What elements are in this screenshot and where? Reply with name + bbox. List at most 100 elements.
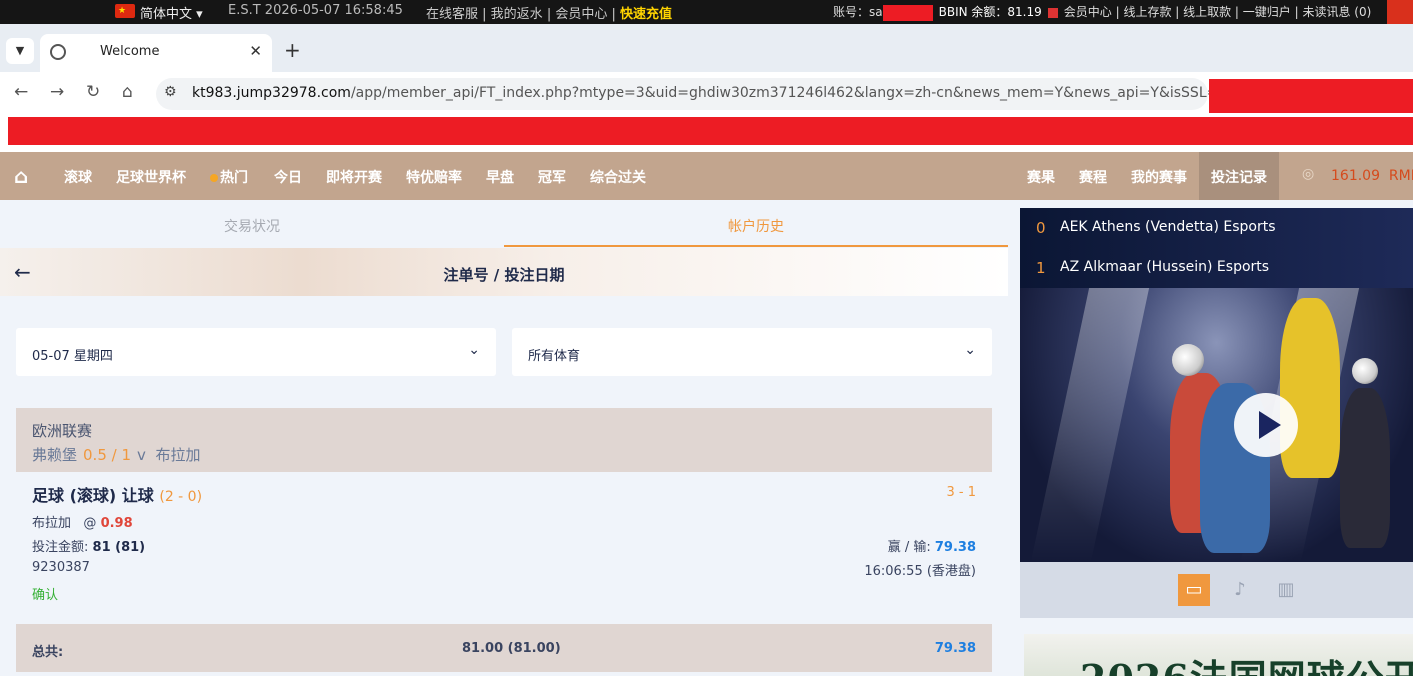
- account-info: 账号：sa BBIN 余额：81.19 会员中心 | 线上存款 | 线上取款 | 一…: [833, 3, 1371, 21]
- nav-item-upcoming[interactable]: 即将开赛: [326, 167, 382, 187]
- url-field[interactable]: ⚙ kt983.jump32978.com/app/member_api/FT_…: [156, 78, 1227, 110]
- site-top-strip: 简体中文 ▾ E.S.T 2026-05-07 16:58:45 在线客服 | …: [0, 0, 1413, 30]
- tab-underline: [504, 245, 1008, 247]
- right-column: 0 AEK Athens (Vendetta) Esports 1 AZ Alk…: [1008, 200, 1413, 676]
- new-tab-icon[interactable]: +: [284, 38, 301, 62]
- final-score: 3 - 1: [946, 485, 977, 500]
- site-nav: ⌂ 滚球 足球世界杯 热门 今日 即将开赛 特优赔率 早盘 冠军 综合过关 赛果…: [0, 152, 1413, 200]
- close-icon[interactable]: ✕: [249, 42, 262, 60]
- bet-type: 足球 (滚球) 让球 (2 - 0): [32, 486, 203, 505]
- promo-banner[interactable]: 2026法国网球公开: [1024, 634, 1413, 676]
- video-thumbnail: [1020, 288, 1413, 562]
- nav-item-best-odds[interactable]: 特优赔率: [406, 167, 462, 187]
- team-row: 0 AEK Athens (Vendetta) Esports: [1020, 208, 1413, 248]
- tv-icon[interactable]: ▭: [1178, 574, 1210, 606]
- nav-item-worldcup[interactable]: 足球世界杯: [116, 167, 186, 187]
- team-row: 1 AZ Alkmaar (Hussein) Esports: [1020, 248, 1413, 288]
- account-label: 账号：sa: [833, 5, 883, 19]
- team-score: 1: [1036, 259, 1046, 277]
- nav-item-schedule[interactable]: 赛程: [1079, 167, 1107, 187]
- redacted-bar: [8, 117, 1413, 145]
- url-text: kt983.jump32978.com/app/member_api/FT_in…: [192, 85, 1227, 101]
- bbin-balance: BBIN 余额：81.19: [938, 5, 1042, 19]
- language-selector[interactable]: 简体中文 ▾: [140, 3, 203, 22]
- forward-icon[interactable]: →: [50, 82, 64, 102]
- nav-item-my-events[interactable]: 我的赛事: [1131, 167, 1187, 187]
- sport-select-value: 所有体育: [528, 349, 581, 364]
- hot-dot-icon: [210, 174, 218, 182]
- top-link-rebate[interactable]: 我的返水: [491, 7, 543, 22]
- date-select[interactable]: 05-07 星期四 ⌄: [16, 328, 496, 376]
- quick-deposit-link[interactable]: 快速充值: [620, 7, 672, 22]
- browser-tab[interactable]: Welcome ✕: [40, 34, 272, 72]
- tab-account-history[interactable]: 帐户历史: [728, 216, 784, 236]
- globe-icon: [50, 44, 66, 60]
- ball: [1172, 344, 1204, 376]
- top-links: 在线客服 | 我的返水 | 会员中心 | 快速充值: [426, 7, 673, 22]
- home-icon[interactable]: ⌂: [14, 164, 28, 188]
- spotlight: [1030, 288, 1150, 562]
- nav-item-bet-history[interactable]: 投注记录: [1211, 167, 1267, 187]
- sport-select[interactable]: 所有体育 ⌄: [512, 328, 992, 376]
- history-header: ← 注单号 / 投注日期: [0, 248, 1008, 296]
- hide-balance-icon[interactable]: ◎: [1302, 166, 1314, 182]
- nav-item-parlay[interactable]: 综合过关: [590, 167, 646, 187]
- nav-item-hot[interactable]: 热门: [210, 167, 248, 187]
- china-flag-icon: [115, 4, 135, 18]
- live-video-panel: 0 AEK Athens (Vendetta) Esports 1 AZ Alk…: [1020, 208, 1413, 618]
- page-title: 注单号 / 投注日期: [443, 266, 565, 284]
- browser-tab-bar: ▼ Welcome ✕ +: [0, 24, 1413, 72]
- league-header: 欧洲联赛 弗赖堡 0.5 / 1v 布拉加: [16, 408, 992, 472]
- bet-record: 足球 (滚球) 让球 (2 - 0) 3 - 1 布拉加 @ 0.98 投注金额…: [16, 472, 992, 624]
- microphone-icon[interactable]: ♪: [1224, 574, 1256, 606]
- player-figure: [1280, 298, 1340, 478]
- nav-item-results[interactable]: 赛果: [1027, 167, 1055, 187]
- top-link-member[interactable]: 会员中心: [555, 7, 607, 22]
- home-icon[interactable]: ⌂: [122, 82, 133, 102]
- banner-title: 2026法国网球公开: [1080, 648, 1413, 676]
- chevron-down-icon: ⌄: [964, 342, 976, 358]
- bet-stake: 投注金额: 81 (81): [32, 540, 146, 555]
- team-scores: 0 AEK Athens (Vendetta) Esports 1 AZ Alk…: [1020, 208, 1413, 288]
- plus-icon[interactable]: [1047, 7, 1058, 18]
- site-clock: E.S.T 2026-05-07 16:58:45: [228, 3, 403, 18]
- address-bar: ← → ↻ ⌂ ⚙ kt983.jump32978.com/app/member…: [0, 72, 1413, 116]
- bet-time: 16:06:55 (香港盘): [864, 564, 976, 579]
- top-link-support[interactable]: 在线客服: [426, 7, 478, 22]
- nav-item-early[interactable]: 早盘: [486, 167, 514, 187]
- ball: [1352, 358, 1378, 384]
- site-settings-icon[interactable]: ⚙: [164, 84, 177, 100]
- nav-balance: 161.09 RMB: [1331, 168, 1413, 184]
- play-button[interactable]: [1234, 393, 1298, 457]
- stats-icon[interactable]: ▥: [1270, 574, 1302, 606]
- league-name: 欧洲联赛: [32, 422, 93, 440]
- bet-status: 确认: [32, 588, 59, 603]
- redacted-area: [1209, 79, 1413, 113]
- total-winloss: 79.38: [934, 641, 976, 656]
- main-panel: 交易状况 帐户历史 ← 注单号 / 投注日期 05-07 星期四 ⌄ 所有体育 …: [0, 200, 1008, 676]
- match-line: 弗赖堡 0.5 / 1v 布拉加: [32, 446, 201, 464]
- team-score: 0: [1036, 219, 1046, 237]
- reload-icon[interactable]: ↻: [86, 82, 100, 102]
- nav-item-live[interactable]: 滚球: [64, 167, 92, 187]
- nav-item-outright[interactable]: 冠军: [538, 167, 566, 187]
- tab-search-dropdown[interactable]: ▼: [6, 38, 34, 64]
- tab-transactions[interactable]: 交易状况: [224, 216, 280, 236]
- player-figure: [1340, 388, 1390, 548]
- video-controls: ▭ ♪ ▥: [1020, 562, 1413, 618]
- bet-winloss: 赢 / 输: 79.38: [887, 540, 976, 555]
- total-label: 总共:: [32, 645, 64, 660]
- account-links[interactable]: 会员中心 | 线上存款 | 线上取款 | 一键归户 | 未读讯息 (0): [1064, 5, 1372, 19]
- team-name: AZ Alkmaar (Hussein) Esports: [1060, 259, 1270, 275]
- chevron-down-icon: ▼: [15, 44, 25, 57]
- back-icon[interactable]: ←: [14, 82, 28, 102]
- sub-tabs: 交易状况 帐户历史: [0, 200, 1008, 248]
- redacted-username: [882, 4, 933, 21]
- bet-selection: 布拉加 @ 0.98: [32, 516, 133, 531]
- date-select-value: 05-07 星期四: [32, 349, 113, 364]
- total-amount: 81.00 (81.00): [462, 641, 561, 656]
- total-row: 总共: 81.00 (81.00) 79.38: [16, 624, 992, 672]
- chevron-down-icon: ⌄: [468, 342, 480, 358]
- nav-item-today[interactable]: 今日: [274, 167, 302, 187]
- team-name: AEK Athens (Vendetta) Esports: [1060, 219, 1276, 235]
